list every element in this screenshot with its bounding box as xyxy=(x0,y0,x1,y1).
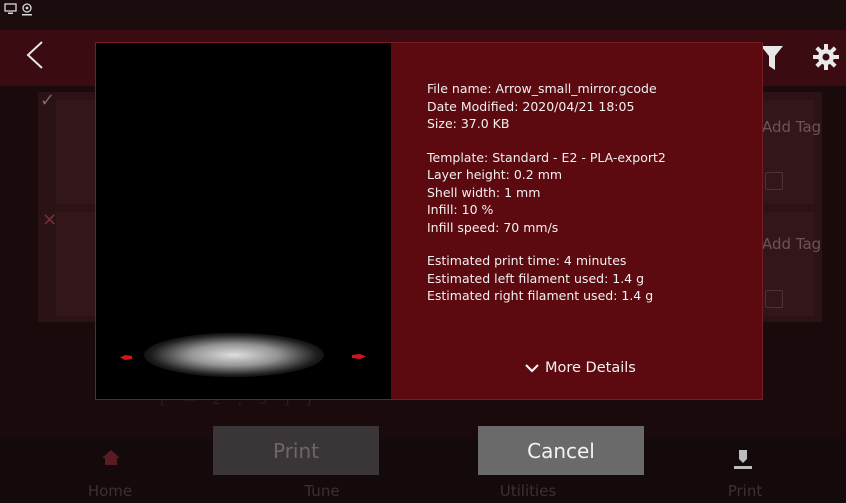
shell-width-text: Shell width: 1 mm xyxy=(427,184,541,200)
left-filament-text: Estimated left filament used: 1.4 g xyxy=(427,270,645,286)
close-icon[interactable]: ✕ xyxy=(42,210,57,231)
print-time-text: Estimated print time: 4 minutes xyxy=(427,253,627,268)
cancel-button[interactable]: Cancel xyxy=(478,426,644,475)
model-preview xyxy=(96,43,391,399)
size-text: Size: 37.0 KB xyxy=(427,116,510,131)
model-part-right xyxy=(352,354,366,359)
back-chevron-icon[interactable] xyxy=(24,40,46,70)
nav-print[interactable]: Print xyxy=(685,482,805,500)
add-tag-label[interactable]: Add Tag xyxy=(762,118,821,136)
date-modified-text: Date Modified: 2020/04/21 18:05 xyxy=(427,98,635,114)
infill-text: Infill: 10 % xyxy=(427,202,494,217)
monitor-icon xyxy=(4,3,17,14)
nav-utilities[interactable]: Utilities xyxy=(468,482,588,500)
more-details-label: More Details xyxy=(545,360,636,376)
nav-tune[interactable]: Tune xyxy=(262,482,382,500)
gear-icon[interactable] xyxy=(812,43,840,71)
nav-home[interactable]: Home xyxy=(50,482,170,500)
infill-speed-text: Infill speed: 70 mm/s xyxy=(427,219,559,235)
file-name-text: File name: Arrow_small_mirror.gcode xyxy=(427,81,657,96)
template-text: Template: Standard - E2 - PLA-export2 xyxy=(427,149,666,165)
right-filament-text: Estimated right filament used: 1.4 g xyxy=(427,288,654,303)
tag-chip[interactable] xyxy=(765,290,783,308)
chevron-down-icon xyxy=(525,364,539,373)
print-button[interactable]: Print xyxy=(213,426,379,475)
more-details-button[interactable]: More Details xyxy=(525,360,636,376)
tag-chip[interactable] xyxy=(765,172,783,190)
printer-icon[interactable] xyxy=(733,449,753,471)
preview-glow xyxy=(144,333,324,377)
file-info-panel: File name: Arrow_small_mirror.gcode Date… xyxy=(427,80,747,305)
layer-height-text: Layer height: 0.2 mm xyxy=(427,167,563,182)
checkmark-icon[interactable]: ✓ xyxy=(40,90,55,111)
add-tag-label[interactable]: Add Tag xyxy=(762,235,821,253)
home-icon[interactable] xyxy=(100,448,122,466)
model-part-left xyxy=(120,355,132,360)
webcam-icon xyxy=(22,3,32,16)
status-bar xyxy=(0,0,846,30)
